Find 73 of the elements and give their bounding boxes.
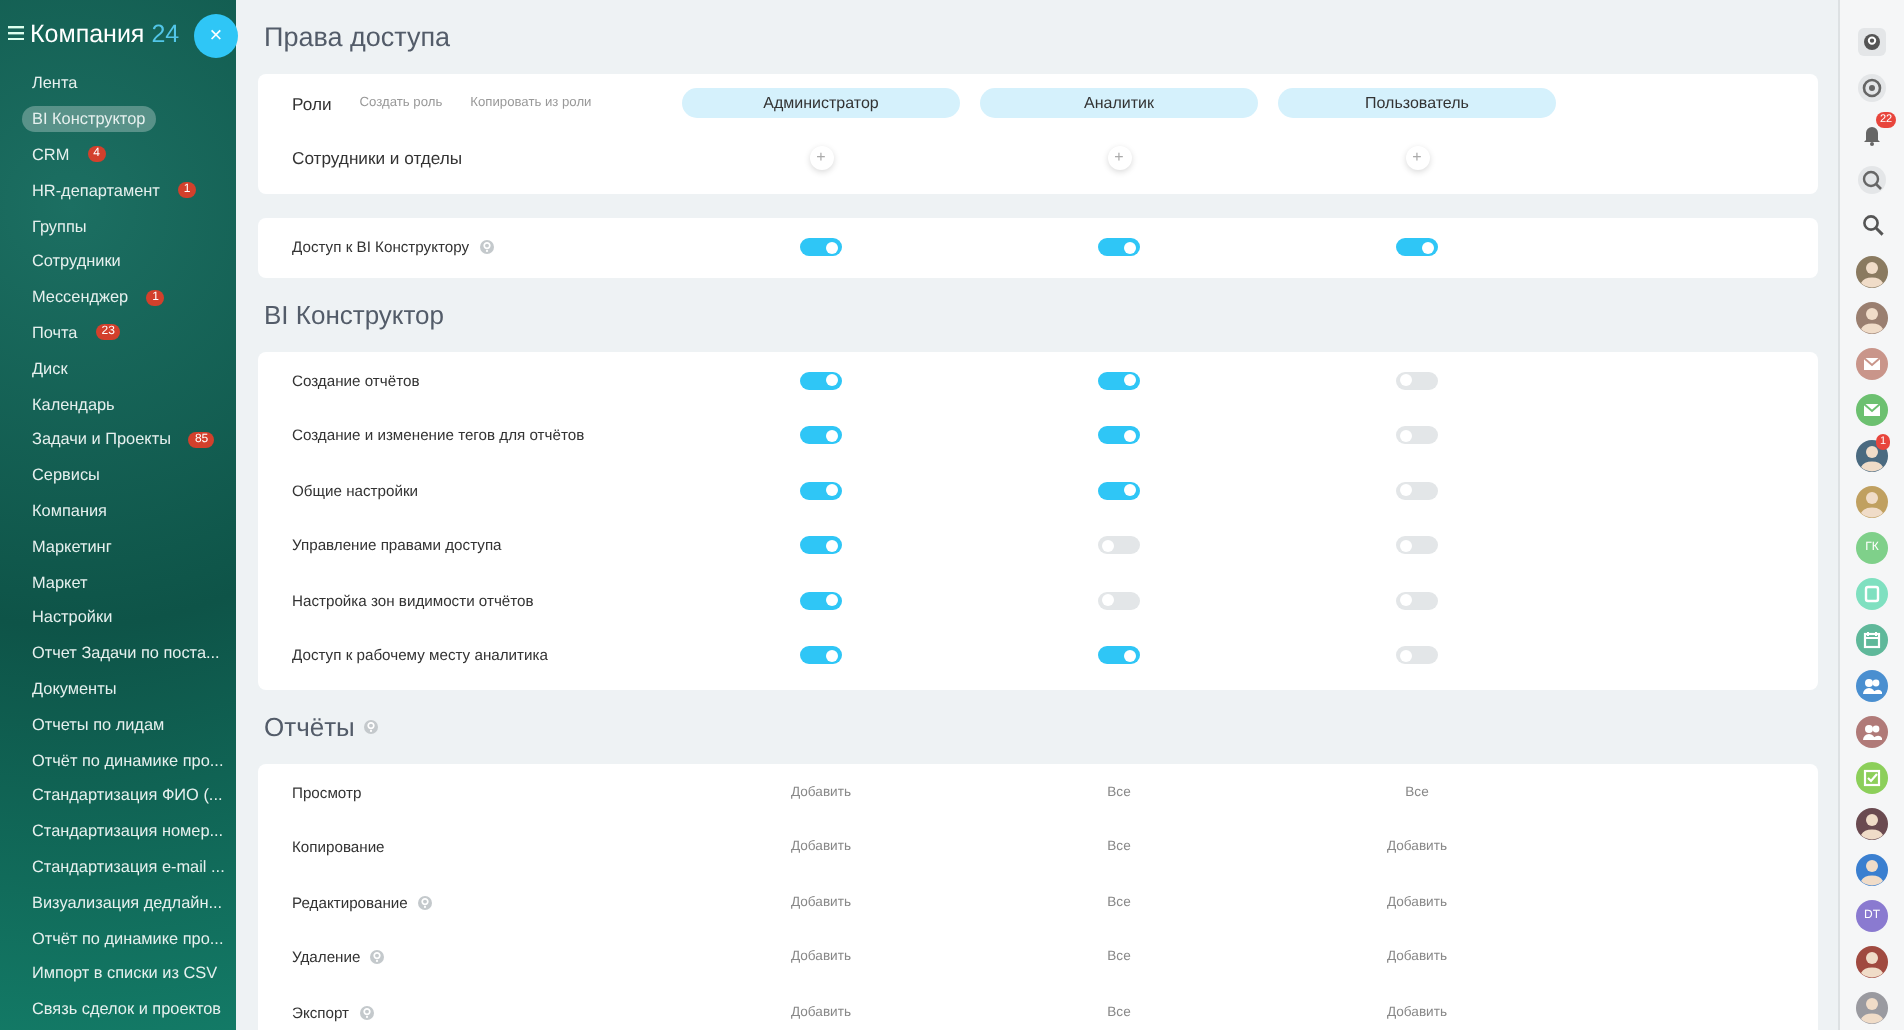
toggle-switch[interactable] [1396, 481, 1438, 500]
section-title: BI Конструктор [264, 299, 445, 329]
toggle-switch[interactable] [800, 481, 842, 500]
sidebar-item[interactable]: BI Конструктор [22, 106, 156, 133]
sidebar-item[interactable]: Настройки [22, 604, 123, 631]
mail-icon[interactable] [1856, 393, 1888, 425]
toggle-switch[interactable] [800, 646, 842, 665]
sidebar-item[interactable]: Стандартизация ФИО (... [22, 782, 233, 809]
page-title: Права доступа [264, 22, 451, 52]
avatar-icon[interactable] [1856, 945, 1888, 977]
mail-icon[interactable] [1856, 347, 1888, 379]
avatar-icon[interactable] [1856, 853, 1888, 885]
sidebar-item[interactable]: Лента [22, 70, 88, 97]
checklist-icon[interactable] [1856, 761, 1888, 793]
toggle-switch[interactable] [1396, 591, 1438, 610]
role-tab[interactable]: Администратор [682, 88, 960, 119]
sidebar-item[interactable]: Календарь [22, 391, 125, 418]
people-icon[interactable] [1856, 715, 1888, 747]
toggle-switch[interactable] [1098, 591, 1140, 610]
role-tab[interactable]: Аналитик [980, 88, 1258, 119]
toggle-switch[interactable] [1098, 426, 1140, 445]
role-tab[interactable]: Пользователь [1278, 88, 1556, 119]
sidebar-item[interactable]: Почта [22, 319, 88, 346]
sidebar-item[interactable]: Маркетинг [22, 533, 122, 560]
toggle-switch[interactable] [1098, 481, 1140, 500]
sidebar-item[interactable]: Документы [22, 675, 127, 702]
toggle-switch[interactable] [1396, 238, 1438, 257]
sidebar-item[interactable]: Сотрудники [22, 248, 131, 275]
search-icon[interactable] [1861, 214, 1883, 236]
toggle-switch[interactable] [800, 238, 842, 257]
sidebar-item[interactable]: Связь сделок и проектов [22, 996, 232, 1023]
roles-label: Роли [292, 93, 332, 114]
sidebar-item[interactable]: Визуализация дедлайн... [22, 889, 233, 916]
avatar-icon[interactable] [1856, 301, 1888, 333]
sidebar-item[interactable]: Маркет [22, 569, 98, 596]
sidebar-item[interactable]: Стандартизация e-mail ... [22, 853, 235, 880]
note-icon[interactable] [1856, 577, 1888, 609]
sidebar-item[interactable]: Отчёт по динамике про... [22, 747, 234, 774]
bell-icon[interactable] [1860, 121, 1884, 145]
people-icon[interactable] [1856, 669, 1888, 701]
sidebar-item[interactable]: Диск [22, 355, 78, 382]
target-icon[interactable] [1858, 73, 1886, 101]
sidebar-item[interactable]: CRM [22, 141, 80, 168]
menu-icon[interactable] [8, 26, 24, 40]
toggle-switch[interactable] [1098, 646, 1140, 665]
sidebar-item[interactable]: HR-департамент [22, 177, 170, 204]
sidebar-item[interactable]: Стандартизация номер... [22, 818, 234, 845]
toggle-switch[interactable] [800, 536, 842, 555]
toggle-switch[interactable] [1098, 536, 1140, 555]
sidebar-item[interactable]: Отчёт по динамике про... [22, 925, 234, 952]
sidebar-item[interactable]: Сервисы [22, 462, 110, 489]
sidebar-item[interactable]: Задачи и Проекты [22, 426, 181, 453]
avatar-icon[interactable] [1856, 255, 1888, 287]
sidebar-item[interactable]: Группы [22, 213, 97, 240]
toggle-switch[interactable] [800, 591, 842, 610]
toggle-switch[interactable] [1098, 238, 1140, 257]
section-title: Отчёты [264, 711, 355, 741]
toggle-switch[interactable] [1396, 426, 1438, 445]
toggle-switch[interactable] [1396, 536, 1438, 555]
toggle-switch[interactable] [1098, 371, 1140, 390]
toggle-switch[interactable] [800, 426, 842, 445]
sidebar-item[interactable]: Отчет Задачи по поста... [22, 640, 230, 667]
sidebar-item[interactable]: Компания [22, 497, 117, 524]
logo: Компания 24 [30, 19, 180, 47]
sidebar-item[interactable]: Мессенджер [22, 284, 139, 311]
avatar-icon[interactable] [1856, 807, 1888, 839]
toggle-switch[interactable] [1396, 646, 1438, 665]
toggle-switch[interactable] [800, 371, 842, 390]
calendar-icon[interactable] [1856, 623, 1888, 655]
toggle-switch[interactable] [1396, 371, 1438, 390]
members-label: Сотрудники и отделы [292, 148, 463, 169]
sidebar-item[interactable]: Отчеты по лидам [22, 711, 175, 738]
sidebar-item[interactable]: Импорт в списки из CSV [22, 960, 228, 987]
